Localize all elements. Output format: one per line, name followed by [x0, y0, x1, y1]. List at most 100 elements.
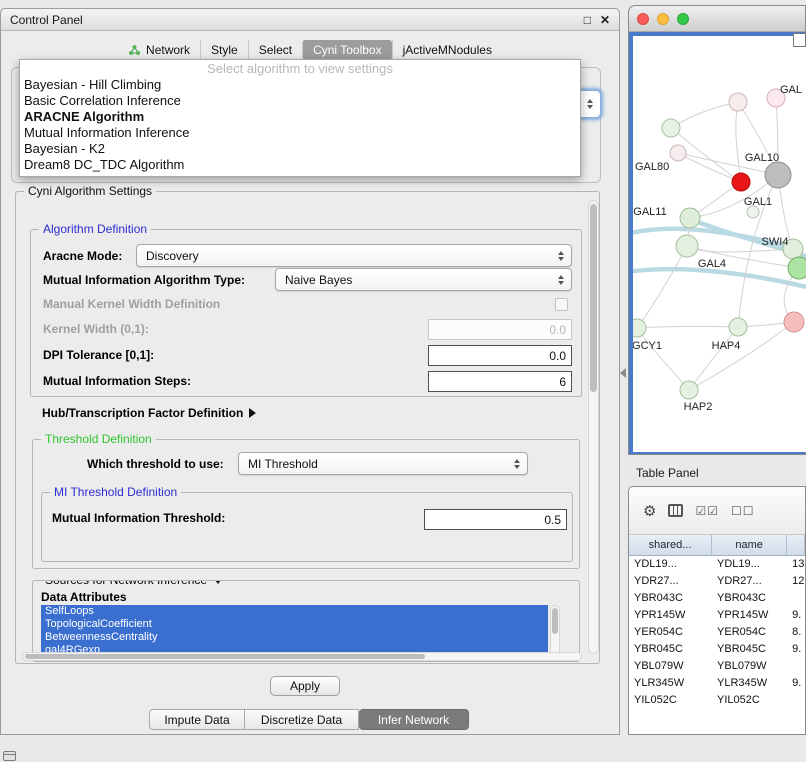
- table-row[interactable]: YDL19...YDL19...13: [629, 556, 805, 573]
- table-row[interactable]: YPR145WYPR145W9.: [629, 607, 805, 624]
- node-label: GAL4: [698, 258, 726, 270]
- dpi-tolerance-input[interactable]: 0.0: [428, 345, 572, 366]
- cell: 12: [787, 573, 805, 590]
- sources-collapse-arrow-icon[interactable]: [213, 580, 223, 584]
- cell: YBR043C: [629, 590, 712, 607]
- dropdown-item[interactable]: Bayesian - Hill Climbing: [20, 77, 580, 93]
- network-view-window: GAL GAL80 GAL10 GAL11 GAL1 SWI4 GAL4 GCY…: [628, 5, 806, 455]
- column-header[interactable]: [787, 535, 805, 556]
- table-row[interactable]: YBR043CYBR043C: [629, 590, 805, 607]
- node-pink[interactable]: [784, 312, 804, 332]
- hub-definition-toggle[interactable]: Hub/Transcription Factor Definition: [42, 404, 256, 422]
- close-traffic-light-icon[interactable]: [637, 13, 649, 25]
- scrollbar-thumb[interactable]: [25, 654, 425, 659]
- dropdown-item-selected[interactable]: ARACNE Algorithm: [20, 109, 580, 125]
- tab-label: jActiveMNodules: [403, 43, 492, 57]
- cell: YPR145W: [712, 607, 787, 624]
- mi-steps-input[interactable]: 6: [428, 371, 572, 392]
- table-row[interactable]: YIL052CYIL052C: [629, 692, 805, 709]
- apply-button[interactable]: Apply: [270, 676, 340, 696]
- sources-toggle[interactable]: Sources for Network Inference: [41, 580, 227, 588]
- dropdown-placeholder: Select algorithm to view settings: [20, 60, 580, 77]
- mi-threshold-input[interactable]: 0.5: [424, 509, 567, 530]
- threshold-definition-group: Threshold Definition Which threshold to …: [32, 439, 580, 569]
- node-hap4[interactable]: [729, 318, 747, 336]
- node-gal10[interactable]: [765, 162, 791, 188]
- select-none-icon[interactable]: ☐☐: [731, 504, 755, 518]
- network-graph: GAL GAL80 GAL10 GAL11 GAL1 SWI4 GAL4 GCY…: [633, 36, 806, 452]
- scrollbar-thumb[interactable]: [590, 204, 597, 392]
- table-body: YDL19...YDL19...13 YDR27...YDR27...12 YB…: [629, 556, 805, 709]
- tab-infer-network[interactable]: Infer Network: [359, 709, 469, 730]
- node-bright-green[interactable]: [788, 257, 806, 279]
- cell: YDL19...: [712, 556, 787, 573]
- column-header-name[interactable]: name: [712, 535, 787, 556]
- node-gal11[interactable]: [680, 208, 700, 228]
- cell: 13: [787, 556, 805, 573]
- dropdown-item[interactable]: Basic Correlation Inference: [20, 93, 580, 109]
- node[interactable]: [662, 119, 680, 137]
- sources-group: Sources for Network Inference Data Attri…: [32, 580, 580, 662]
- network-window-titlebar: [629, 6, 805, 32]
- tab-jactivemnodules[interactable]: jActiveMNodules: [392, 40, 502, 60]
- node-selected-red[interactable]: [732, 173, 750, 191]
- panel-splitter-collapse-icon[interactable]: [620, 368, 626, 378]
- table-row[interactable]: YBR045CYBR045C9.: [629, 641, 805, 658]
- zoom-traffic-light-icon[interactable]: [677, 13, 689, 25]
- settings-horizontal-scrollbar[interactable]: [22, 652, 582, 661]
- attribute-item-selected[interactable]: TopologicalCoefficient: [41, 618, 548, 631]
- cell: 9.: [787, 675, 805, 692]
- hub-expand-arrow-icon[interactable]: [249, 408, 256, 418]
- control-panel-window: Control Panel □ ✕ Network Style Select C…: [0, 8, 620, 735]
- close-window-icon[interactable]: ✕: [600, 13, 610, 27]
- window-title: Control Panel: [10, 13, 575, 27]
- combo-value: MI Threshold: [248, 457, 318, 471]
- dpi-tolerance-label: DPI Tolerance [0,1]:: [43, 344, 154, 367]
- node[interactable]: [729, 93, 747, 111]
- node-label: GAL11: [633, 206, 666, 218]
- attributes-list-scrollbar[interactable]: [550, 605, 560, 658]
- dropdown-item[interactable]: Mutual Information Inference: [20, 125, 580, 141]
- aracne-mode-select[interactable]: Discovery: [136, 244, 572, 267]
- settings-vertical-scrollbar[interactable]: [588, 200, 599, 654]
- manual-kernel-width-checkbox: [555, 298, 568, 311]
- network-canvas[interactable]: GAL GAL80 GAL10 GAL11 GAL1 SWI4 GAL4 GCY…: [633, 36, 806, 452]
- scrollbar-thumb[interactable]: [552, 608, 558, 634]
- columns-icon[interactable]: [668, 504, 683, 517]
- dropdown-item[interactable]: Dream8 DC_TDC Algorithm: [20, 157, 580, 173]
- dropdown-item[interactable]: Bayesian - K2: [20, 141, 580, 157]
- table-row[interactable]: YLR345WYLR345W9.: [629, 675, 805, 692]
- cell: 9.: [787, 607, 805, 624]
- node-label: HAP2: [684, 401, 713, 413]
- mi-algorithm-type-select[interactable]: Naive Bayes: [275, 268, 572, 291]
- tab-impute-data[interactable]: Impute Data: [149, 709, 245, 730]
- tab-cyni-toolbox[interactable]: Cyni Toolbox: [302, 40, 391, 60]
- table-row[interactable]: YDR27...YDR27...12: [629, 573, 805, 590]
- attribute-item-selected[interactable]: SelfLoops: [41, 605, 548, 618]
- node-hap2[interactable]: [680, 381, 698, 399]
- float-window-icon[interactable]: □: [584, 13, 591, 27]
- gear-icon[interactable]: ⚙: [643, 502, 656, 520]
- table-row[interactable]: YER054CYER054C8.: [629, 624, 805, 641]
- birdseye-toggle[interactable]: [793, 33, 806, 47]
- attribute-item-selected[interactable]: BetweennessCentrality: [41, 631, 548, 644]
- node-gal80[interactable]: [670, 145, 686, 161]
- tab-network[interactable]: Network: [118, 40, 200, 60]
- hidden-panel-icon[interactable]: [3, 751, 16, 761]
- manual-kernel-width-label: Manual Kernel Width Definition: [43, 293, 220, 316]
- node-gcy1[interactable]: [633, 319, 646, 337]
- tab-style[interactable]: Style: [200, 40, 248, 60]
- node-gal4[interactable]: [676, 235, 698, 257]
- algorithm-definition-group: Algorithm Definition Aracne Mode: Discov…: [30, 229, 582, 397]
- select-all-icon[interactable]: ☑☑: [695, 504, 719, 518]
- cell: [787, 590, 805, 607]
- tab-select[interactable]: Select: [248, 40, 302, 60]
- cell: YDL19...: [629, 556, 712, 573]
- which-threshold-select[interactable]: MI Threshold: [238, 452, 528, 475]
- tab-discretize-data[interactable]: Discretize Data: [245, 709, 359, 730]
- column-header-shared-name[interactable]: shared...: [629, 535, 712, 556]
- mi-algorithm-type-label: Mutual Information Algorithm Type:: [43, 269, 245, 292]
- table-row[interactable]: YBL079WYBL079W: [629, 658, 805, 675]
- minimize-traffic-light-icon[interactable]: [657, 13, 669, 25]
- aracne-mode-label: Aracne Mode:: [43, 245, 122, 268]
